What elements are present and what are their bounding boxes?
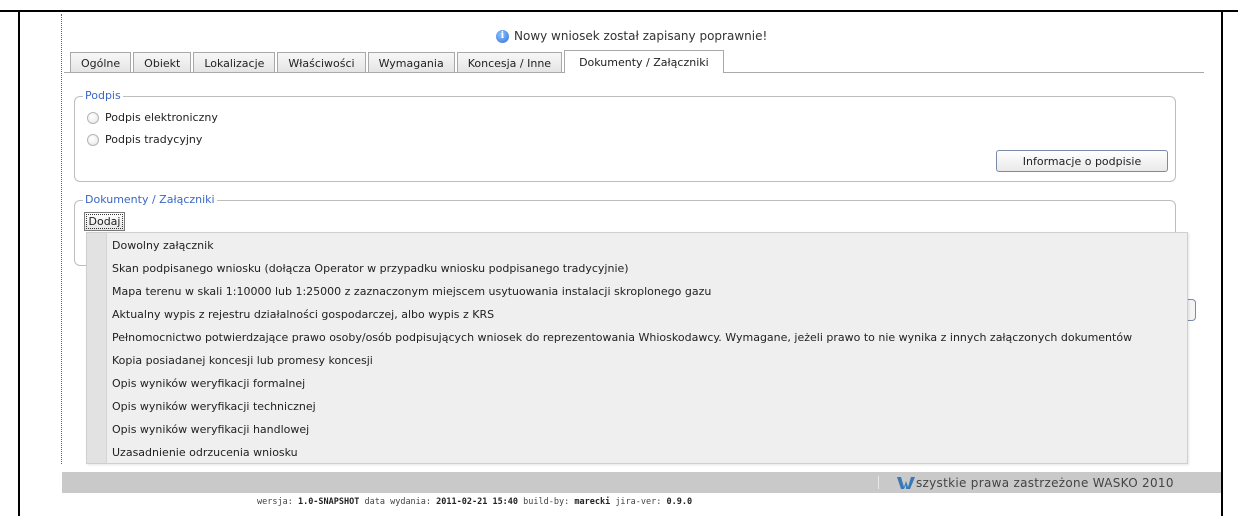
partially-hidden-button[interactable]: [1188, 299, 1196, 321]
menu-item[interactable]: Opis wyników weryfikacji formalnej: [112, 374, 305, 394]
add-document-button[interactable]: Dodaj: [84, 212, 125, 231]
version-info: wersja: 1.0-SNAPSHOT data wydania: 2011-…: [257, 497, 692, 507]
date-value: 2011-02-21 15:40: [436, 497, 519, 507]
menu-item[interactable]: Aktualny wypis z rejestru działalności g…: [112, 305, 494, 325]
tab-koncesja[interactable]: Koncesja / Inne: [456, 52, 563, 73]
menu-item[interactable]: Uzasadnienie odrzucenia wniosku: [112, 443, 298, 463]
copyright-text: szystkie prawa zastrzeżone WASKO 2010: [916, 476, 1174, 490]
tab-bar: Ogólne Obiekt Lokalizacje Właściwości Wy…: [70, 50, 726, 73]
menu-item[interactable]: Mapa terenu w skali 1:10000 lub 1:25000 …: [112, 282, 711, 302]
build-value: marecki: [574, 497, 611, 507]
tab-ogolne[interactable]: Ogólne: [70, 52, 132, 73]
info-icon: i: [496, 29, 509, 43]
date-label: data wydania:: [364, 497, 432, 507]
success-notice-text: Nowy wniosek został zapisany poprawnie!: [514, 29, 768, 43]
version-value: 1.0-SNAPSHOT: [297, 497, 360, 507]
tab-wymagania[interactable]: Wymagania: [367, 52, 455, 73]
success-notice: i Nowy wniosek został zapisany poprawnie…: [496, 29, 767, 43]
menu-item[interactable]: Kopia posiadanej koncesji lub promesy ko…: [112, 351, 373, 371]
signature-info-button[interactable]: Informacje o podpisie: [996, 150, 1168, 172]
tab-obiekt[interactable]: Obiekt: [133, 52, 192, 73]
window-left-border: [18, 10, 20, 516]
tab-wlasciwosci[interactable]: Właściwości: [277, 52, 366, 73]
menu-icon-strip: [87, 233, 107, 463]
menu-item[interactable]: Opis wyników weryfikacji technicznej: [112, 397, 316, 417]
wasko-logo-icon: [897, 477, 915, 489]
window-top-border: [0, 10, 1238, 12]
attachment-type-menu: Dowolny załącznik Skan podpisanego wnios…: [86, 232, 1188, 464]
radio-label: Podpis tradycyjny: [105, 133, 203, 146]
menu-item[interactable]: Dowolny załącznik: [112, 236, 214, 256]
build-label: build-by:: [523, 497, 570, 507]
podpis-fieldset: Podpis Podpis elektroniczny Podpis trady…: [74, 89, 1176, 182]
window-right-border: [1221, 10, 1223, 516]
footer-copyright: szystkie prawa zastrzeżone WASKO 2010: [897, 473, 1174, 493]
podpis-legend: Podpis: [83, 89, 123, 102]
radio-podpis-tradycyjny[interactable]: Podpis tradycyjny: [87, 133, 202, 146]
footer-divider: [878, 476, 879, 489]
tab-lokalizacje[interactable]: Lokalizacje: [193, 52, 276, 73]
radio-circle[interactable]: [87, 111, 99, 124]
jira-value: 0.9.0: [666, 497, 693, 507]
radio-podpis-elektroniczny[interactable]: Podpis elektroniczny: [87, 111, 218, 124]
tab-dokumenty[interactable]: Dokumenty / Załączniki: [564, 50, 724, 73]
radio-circle[interactable]: [87, 133, 99, 146]
documents-legend: Dokumenty / Załączniki: [83, 193, 217, 206]
menu-item[interactable]: Opis wyników weryfikacji handlowej: [112, 420, 309, 440]
menu-item[interactable]: Pełnomocnictwo potwierdzające prawo osob…: [112, 328, 1132, 348]
radio-label: Podpis elektroniczny: [105, 111, 218, 124]
version-label: wersja:: [257, 497, 293, 507]
content-left-guide: [61, 14, 62, 464]
menu-item[interactable]: Skan podpisanego wniosku (dołącza Operat…: [112, 259, 629, 279]
jira-label: jira-ver:: [615, 497, 662, 507]
